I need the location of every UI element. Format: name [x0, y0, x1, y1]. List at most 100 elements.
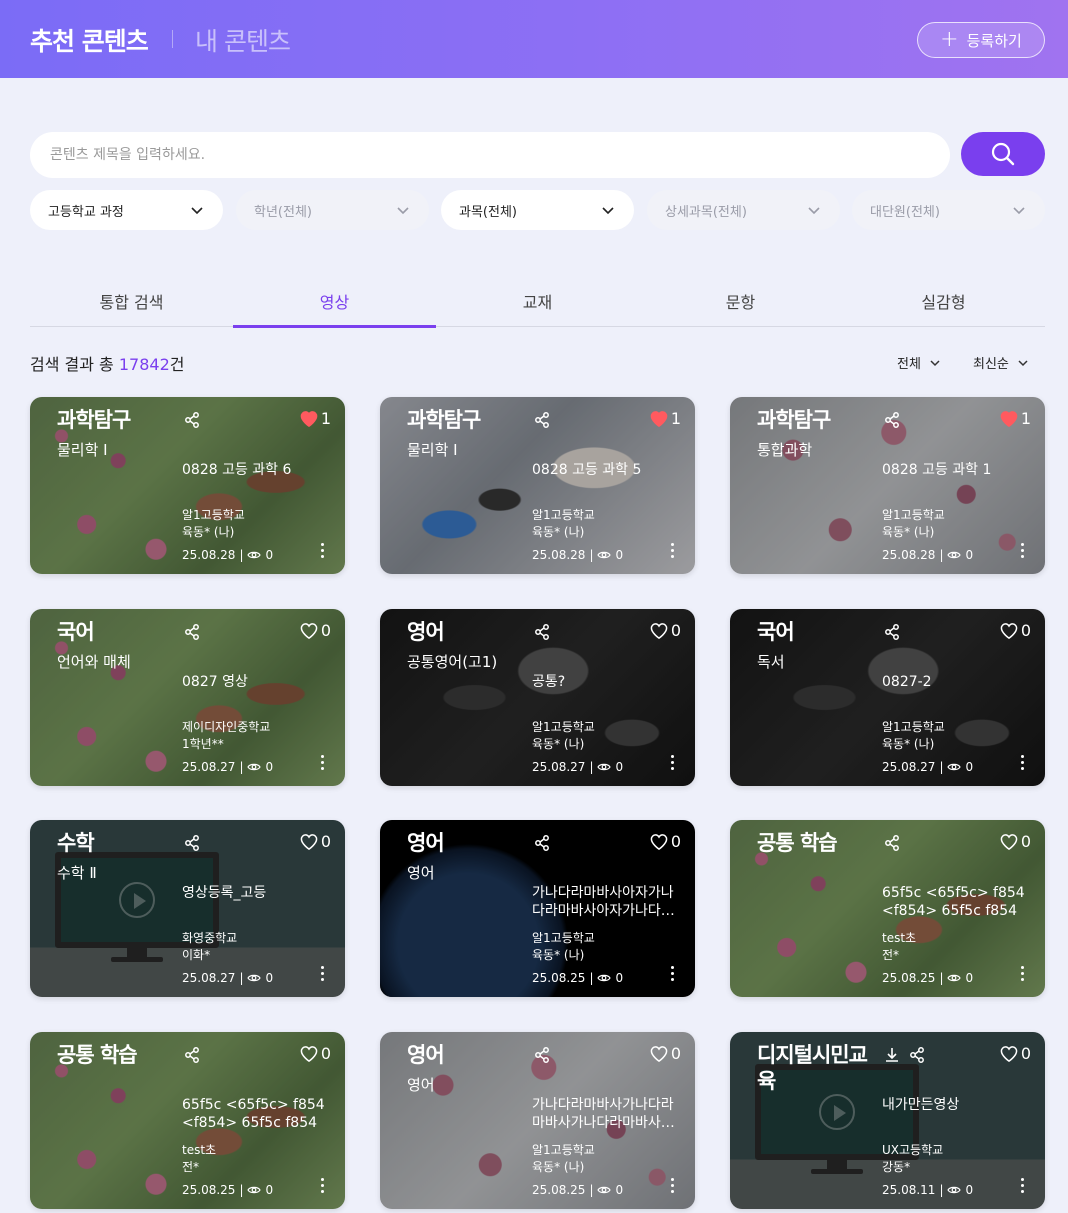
share-icon[interactable]: [533, 834, 551, 852]
like-button[interactable]: 1: [299, 409, 331, 428]
like-button[interactable]: 0: [299, 621, 331, 640]
search-button[interactable]: [961, 132, 1045, 176]
like-button[interactable]: 1: [649, 409, 681, 428]
content-card[interactable]: 공통 학습 0 65f5c <65f5c> f854 <f854> 65f5c f8…: [730, 820, 1045, 997]
content-card[interactable]: 과학탐구 물리학 Ⅰ 1 0828 고등 과학 5 알1고등학교 육동* (나) 25.08…: [380, 397, 695, 574]
share-icon[interactable]: [183, 834, 201, 852]
more-vertical-icon[interactable]: [671, 755, 675, 771]
card-subject: 과학탐구: [407, 408, 481, 432]
like-count: 0: [1020, 832, 1031, 851]
card-date: 25.08.27: [532, 760, 586, 774]
card-author-info: test초 전*: [182, 1142, 216, 1176]
register-button[interactable]: + 등록하기: [917, 22, 1045, 58]
more-vertical-icon[interactable]: [321, 543, 325, 559]
category-tab[interactable]: 교재: [436, 280, 639, 326]
more-vertical-icon[interactable]: [1021, 543, 1025, 559]
meta-separator: |: [939, 760, 944, 774]
like-count: 1: [1020, 409, 1031, 428]
more-vertical-icon[interactable]: [671, 1178, 675, 1194]
share-icon[interactable]: [533, 411, 551, 429]
card-meta: 25.08.25 | 0: [182, 1183, 273, 1197]
meta-separator: |: [589, 548, 594, 562]
chevron-down-icon: [808, 207, 820, 215]
like-button[interactable]: 0: [999, 1044, 1031, 1063]
share-icon[interactable]: [908, 1046, 926, 1064]
filter-select-label: 과목(전체): [459, 204, 517, 220]
download-icon[interactable]: [883, 1046, 901, 1064]
content-card[interactable]: 과학탐구 통합과학 1 0828 고등 과학 1 알1고등학교 육동* (나) 25.08.…: [730, 397, 1045, 574]
filter-select[interactable]: 대단원(전체): [852, 190, 1045, 230]
more-vertical-icon[interactable]: [1021, 755, 1025, 771]
eye-icon: [597, 1186, 612, 1194]
like-button[interactable]: 0: [649, 1044, 681, 1063]
share-icon[interactable]: [183, 623, 201, 641]
meta-separator: |: [939, 1183, 944, 1197]
like-count: 0: [670, 832, 681, 851]
eye-icon: [947, 1186, 962, 1194]
like-button[interactable]: 0: [999, 832, 1031, 851]
card-meta: 25.08.11 | 0: [882, 1183, 973, 1197]
card-date: 25.08.28: [882, 548, 936, 562]
card-school: UX고등학교: [882, 1143, 944, 1157]
share-icon[interactable]: [533, 623, 551, 641]
card-date: 25.08.28: [182, 548, 236, 562]
card-date: 25.08.25: [532, 971, 586, 985]
share-icon[interactable]: [883, 411, 901, 429]
more-vertical-icon[interactable]: [321, 966, 325, 982]
like-button[interactable]: 0: [999, 621, 1031, 640]
header-divider: [172, 30, 173, 48]
filter-dropdown[interactable]: 전체: [897, 353, 941, 372]
content-card[interactable]: 영어 영어 0 가나다라마바사아자가나다라마바사아자가나다… 알1고등학교 육동* (나)…: [380, 820, 695, 997]
more-vertical-icon[interactable]: [1021, 1178, 1025, 1194]
filter-dropdown-label: 전체: [897, 357, 921, 372]
content-card[interactable]: 공통 학습 0 65f5c <65f5c> f854 <f854> 65f5c f8…: [30, 1032, 345, 1209]
filter-select[interactable]: 학년(전체): [236, 190, 429, 230]
card-school: 알1고등학교: [532, 1143, 595, 1157]
tab-my-content[interactable]: 내 콘텐츠: [195, 22, 291, 58]
like-button[interactable]: 0: [299, 1044, 331, 1063]
content-card[interactable]: 영어 공통영어(고1) 0 공통? 알1고등학교 육동* (나) 25.08.27 | 0: [380, 609, 695, 786]
card-title: 0828 고등 과학 1: [882, 462, 992, 478]
more-vertical-icon[interactable]: [321, 755, 325, 771]
share-icon[interactable]: [883, 623, 901, 641]
share-icon[interactable]: [883, 834, 901, 852]
share-icon[interactable]: [533, 1046, 551, 1064]
more-vertical-icon[interactable]: [1021, 966, 1025, 982]
like-button[interactable]: 0: [299, 832, 331, 851]
content-card[interactable]: 수학 수학 Ⅱ 0 영상등록_고등 화영중학교 이화* 25.08.27 | 0: [30, 820, 345, 997]
card-subject: 공통 학습: [757, 831, 838, 855]
category-tab[interactable]: 문항: [639, 280, 842, 326]
heart-icon: [300, 622, 318, 639]
category-tab[interactable]: 통합 검색: [30, 280, 233, 326]
content-card[interactable]: 국어 독서 0 0827-2 알1고등학교 육동* (나) 25.08.27 | 0: [730, 609, 1045, 786]
more-vertical-icon[interactable]: [671, 966, 675, 982]
more-vertical-icon[interactable]: [321, 1178, 325, 1194]
share-icon[interactable]: [183, 411, 201, 429]
more-vertical-icon[interactable]: [671, 543, 675, 559]
content-card[interactable]: 국어 언어와 매체 0 0827 영상 제이디자인중학교 1학년** 25.08.27 | 0: [30, 609, 345, 786]
tab-recommended-content[interactable]: 추천 콘텐츠: [30, 22, 149, 58]
like-count: 1: [670, 409, 681, 428]
card-school: 알1고등학교: [532, 931, 595, 945]
content-card[interactable]: 디지털시민교육 0 내가만든영상 UX고등학교 강동* 25.08.11 | 0: [730, 1032, 1045, 1209]
category-tab[interactable]: 실감형: [842, 280, 1045, 326]
card-author: 육동* (나): [532, 737, 585, 751]
content-card[interactable]: 영어 영어 0 가나다라마바사가나다라마바사가나다라마바사… 알1고등학교 육동* (나)…: [380, 1032, 695, 1209]
sort-dropdown[interactable]: 최신순: [973, 353, 1029, 372]
share-icon[interactable]: [183, 1046, 201, 1064]
filter-select[interactable]: 과목(전체): [441, 190, 634, 230]
like-button[interactable]: 1: [999, 409, 1031, 428]
category-tab[interactable]: 영상: [233, 280, 436, 328]
search-input[interactable]: [30, 132, 950, 178]
like-button[interactable]: 0: [649, 621, 681, 640]
plus-icon: +: [940, 27, 959, 52]
heart-icon: [300, 1045, 318, 1062]
card-author-info: 알1고등학교 육동* (나): [532, 507, 595, 541]
filter-select[interactable]: 상세과목(전체): [647, 190, 840, 230]
card-subject: 국어: [757, 620, 795, 644]
filter-select[interactable]: 고등학교 과정: [30, 190, 223, 230]
content-card[interactable]: 과학탐구 물리학 Ⅰ 1 0828 고등 과학 6 알1고등학교 육동* (나) 25.08…: [30, 397, 345, 574]
like-button[interactable]: 0: [649, 832, 681, 851]
heart-icon: [650, 833, 668, 850]
chevron-down-icon: [602, 207, 614, 215]
